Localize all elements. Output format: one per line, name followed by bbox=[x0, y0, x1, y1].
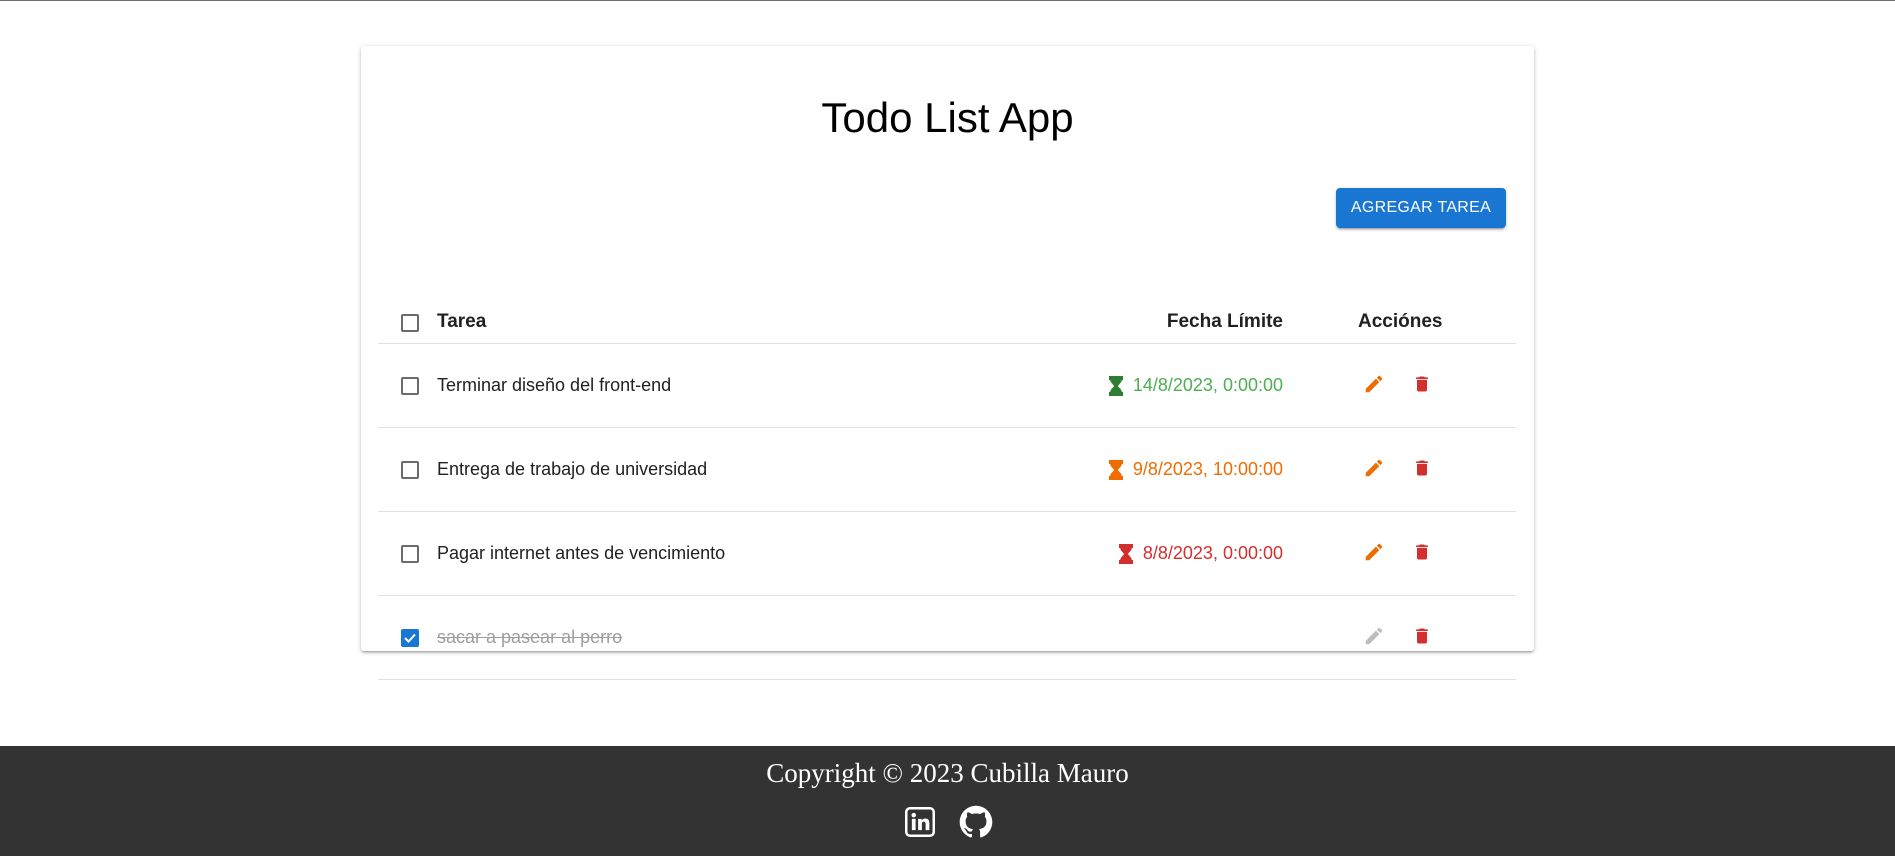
social-links bbox=[903, 805, 993, 839]
table-row: sacar a pasear al perro bbox=[378, 596, 1516, 680]
check-icon bbox=[404, 633, 416, 643]
pencil-icon[interactable] bbox=[1362, 454, 1386, 482]
task-title: Pagar internet antes de vencimiento bbox=[437, 543, 726, 563]
add-task-button[interactable]: AGREGAR TAREA bbox=[1336, 188, 1506, 228]
deadline-cell: 9/8/2023, 10:00:00 bbox=[1108, 459, 1283, 480]
pencil-icon[interactable] bbox=[1362, 370, 1386, 398]
hourglass-icon bbox=[1108, 375, 1123, 396]
deadline-cell: 8/8/2023, 0:00:00 bbox=[1118, 543, 1283, 564]
copyright-text: Copyright © 2023 Cubilla Mauro bbox=[766, 758, 1129, 788]
hourglass-icon bbox=[1108, 459, 1123, 480]
row-actions bbox=[1362, 538, 1434, 566]
footer: Copyright © 2023 Cubilla Mauro bbox=[0, 746, 1895, 856]
github-icon[interactable] bbox=[959, 805, 993, 839]
task-checkbox[interactable] bbox=[401, 545, 419, 563]
header-actions: Acciónes bbox=[1358, 311, 1443, 332]
task-checkbox[interactable] bbox=[401, 461, 419, 479]
trash-icon[interactable] bbox=[1410, 538, 1434, 566]
trash-icon[interactable] bbox=[1410, 370, 1434, 398]
task-checkbox[interactable] bbox=[401, 629, 419, 647]
row-actions bbox=[1362, 454, 1434, 482]
pencil-icon[interactable] bbox=[1362, 538, 1386, 566]
deadline-text: 9/8/2023, 10:00:00 bbox=[1132, 459, 1283, 479]
row-actions bbox=[1362, 370, 1434, 398]
linkedin-icon[interactable] bbox=[903, 805, 937, 839]
task-title: Entrega de trabajo de universidad bbox=[437, 459, 708, 479]
header-task: Tarea bbox=[437, 311, 487, 332]
task-title: sacar a pasear al perro bbox=[437, 627, 623, 647]
deadline-text: 8/8/2023, 0:00:00 bbox=[1142, 543, 1283, 563]
task-title: Terminar diseño del front-end bbox=[437, 375, 672, 395]
trash-icon[interactable] bbox=[1410, 454, 1434, 482]
table-row: Pagar internet antes de vencimiento 8/8/… bbox=[378, 512, 1516, 596]
task-checkbox[interactable] bbox=[401, 377, 419, 395]
row-actions bbox=[1362, 622, 1434, 650]
select-all-checkbox[interactable] bbox=[401, 314, 419, 332]
deadline-cell: 14/8/2023, 0:00:00 bbox=[1108, 375, 1283, 396]
task-table: Tarea Fecha Límite Acciónes Terminar dis… bbox=[378, 291, 1516, 680]
pencil-icon[interactable] bbox=[1362, 622, 1386, 650]
hourglass-icon bbox=[1118, 543, 1133, 564]
deadline-text: 14/8/2023, 0:00:00 bbox=[1132, 375, 1283, 395]
table-row: Terminar diseño del front-end 14/8/2023,… bbox=[378, 344, 1516, 428]
header-deadline: Fecha Límite bbox=[1166, 311, 1283, 332]
todo-card: Todo List App AGREGAR TAREA Tarea Fecha … bbox=[361, 46, 1534, 680]
table-row: Entrega de trabajo de universidad 9/8/20… bbox=[378, 428, 1516, 512]
trash-icon[interactable] bbox=[1410, 622, 1434, 650]
table-header: Tarea Fecha Límite Acciónes bbox=[378, 291, 1516, 344]
top-border bbox=[0, 0, 1895, 1]
page-title: Todo List App bbox=[821, 94, 1074, 141]
